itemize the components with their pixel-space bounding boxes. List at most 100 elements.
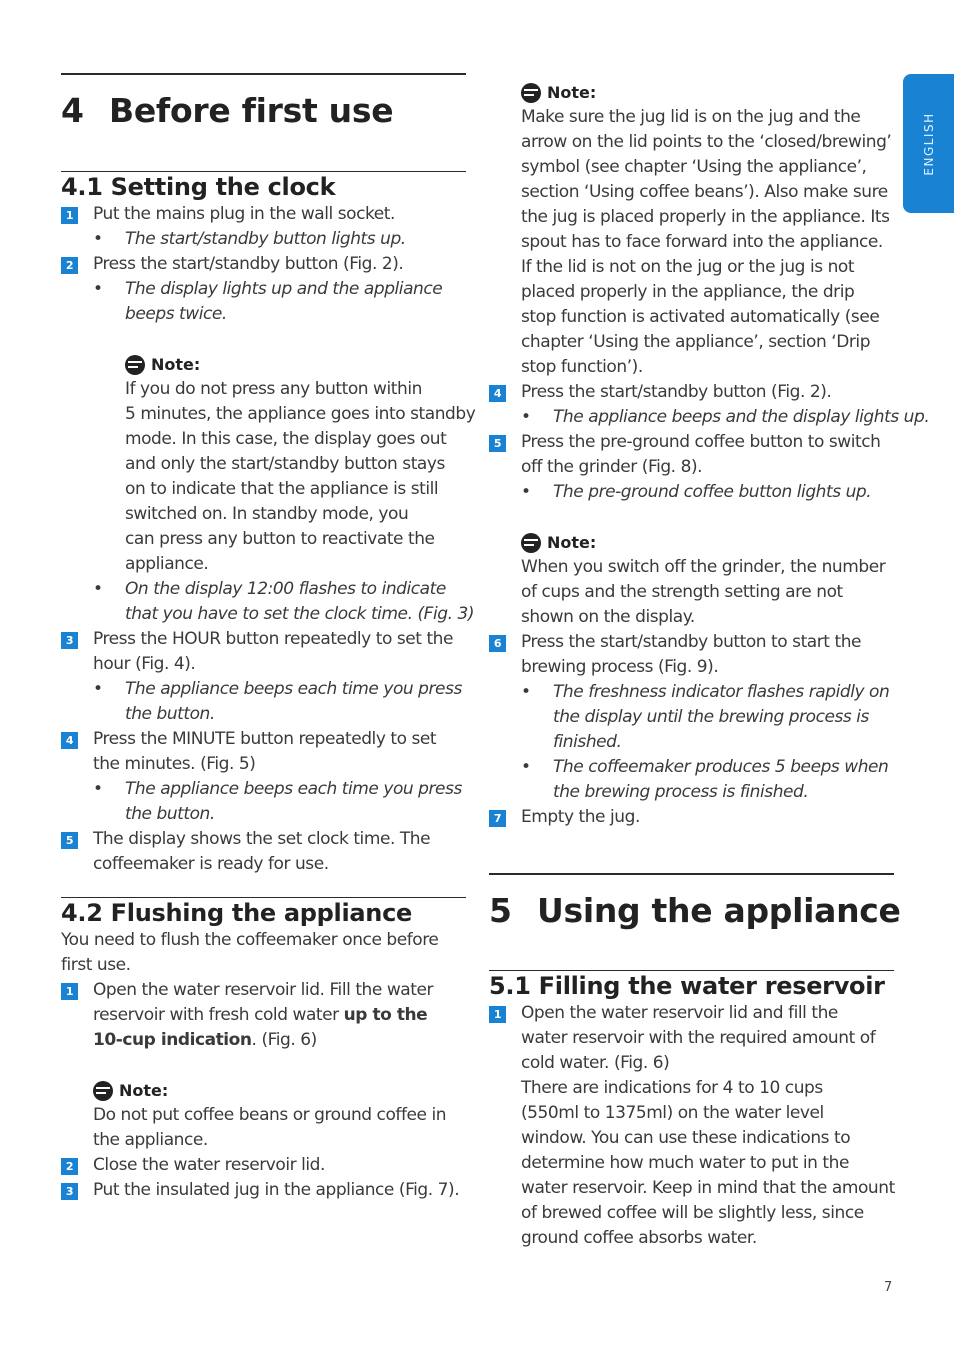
- step-text: brewing process (Fig. 9).: [521, 657, 719, 677]
- note-text: When you switch off the grinder, the num…: [521, 557, 886, 627]
- bullet-text: beeps twice.: [125, 304, 227, 324]
- step-text: Press the MINUTE button repeatedly to se…: [93, 729, 437, 749]
- section-5-1-heading: 5.1 Filling the water reservoir: [489, 972, 885, 1000]
- chapter-number: 5: [489, 891, 512, 930]
- note-block: Note: Make sure the jug lid is on the ju…: [457, 80, 894, 380]
- note-label: Note:: [547, 83, 597, 102]
- bullet-text: The appliance beeps each time you press: [125, 779, 462, 799]
- step-text: Close the water reservoir lid.: [93, 1155, 325, 1175]
- note-label: Note:: [151, 355, 201, 374]
- step-item: 1 Open the water reservoir lid and fill …: [489, 1001, 895, 1251]
- bullet-text: The appliance beeps and the display ligh…: [553, 407, 930, 427]
- note-icon: [521, 532, 541, 553]
- step-number-badge: 4: [489, 385, 506, 402]
- step-item: 1 Put the mains plug in the wall socket.: [61, 202, 466, 227]
- step-text: hour (Fig. 4).: [93, 654, 196, 674]
- step-item: 4 Press the MINUTE button repeatedly to s…: [61, 727, 466, 777]
- step-number-badge: 7: [489, 810, 506, 827]
- step-text: Put the mains plug in the wall socket.: [93, 204, 395, 224]
- step-number-badge: 2: [61, 257, 78, 274]
- note-text: Do not put coffee beans or ground coffee…: [93, 1105, 447, 1150]
- note-block: Note: Do not put coffee beans or ground …: [61, 1078, 466, 1153]
- bullet-icon: •: [521, 482, 531, 502]
- chapter-number: 4: [61, 91, 84, 130]
- bullet-item: • The display lights up and the appliance…: [61, 277, 466, 327]
- note-label: Note:: [547, 533, 597, 552]
- step-text: Press the start/standby button (Fig. 2).: [93, 254, 404, 274]
- bullet-text: The display lights up and the appliance: [125, 279, 443, 299]
- bullet-item: • The coffeemaker produces 5 beeps when th…: [489, 755, 894, 805]
- step-text: Press the HOUR button repeatedly to set …: [93, 629, 453, 649]
- note-icon: [93, 1080, 113, 1101]
- note-text: Make sure the jug lid is on the jug and …: [521, 107, 892, 377]
- step-item: 1 Open the water reservoir lid. Fill the …: [61, 978, 466, 1053]
- bullet-text: the button.: [125, 704, 215, 724]
- bullet-item: • The freshness indicator flashes rapidly…: [489, 680, 894, 755]
- step-number-badge: 3: [61, 632, 78, 649]
- bullet-item: • The start/standby button lights up.: [61, 227, 466, 252]
- step-text: off the grinder (Fig. 8).: [521, 457, 703, 477]
- bullet-text: that you have to set the clock time. (Fi…: [125, 604, 475, 624]
- step-item: 6 Press the start/standby button to start…: [489, 630, 894, 680]
- step-number-badge: 1: [489, 1006, 506, 1023]
- bullet-icon: •: [93, 679, 103, 699]
- bullet-item: • The pre-ground coffee button lights up.: [489, 480, 894, 505]
- step-number-badge: 6: [489, 635, 506, 652]
- bullet-item: • The appliance beeps and the display lig…: [489, 405, 930, 430]
- note-icon: [521, 82, 541, 103]
- step-text: Press the start/standby button (Fig. 2).: [521, 382, 832, 402]
- step-item: 3 Put the insulated jug in the appliance …: [61, 1178, 466, 1203]
- chapter-4-heading: 4 Before first use: [61, 91, 466, 130]
- bullet-text: The freshness indicator flashes rapidly …: [553, 682, 890, 702]
- emphasis-text: up to the: [343, 1005, 428, 1025]
- note-icon: [125, 354, 145, 375]
- step-number-badge: 1: [61, 983, 78, 1000]
- emphasis-text: 10-cup indication: [93, 1030, 252, 1050]
- chapter-title: Before first use: [109, 91, 394, 130]
- chapter-5-heading: 5 Using the appliance: [489, 891, 901, 930]
- bullet-text: The start/standby button lights up.: [125, 229, 406, 249]
- bullet-icon: •: [93, 229, 103, 249]
- bullet-text: the brewing process is finished.: [553, 782, 809, 802]
- step-text: . (Fig. 6): [251, 1030, 318, 1050]
- section-4-2-heading: 4.2 Flushing the appliance: [61, 899, 412, 927]
- step-number-badge: 3: [61, 1183, 78, 1200]
- language-tab: ENGLISH: [903, 74, 954, 213]
- bullet-item: • On the display 12:00 flashes to indicat…: [61, 577, 475, 627]
- note-block: Note: If you do not press any button wit…: [61, 352, 476, 577]
- page-number: 7: [884, 1280, 893, 1295]
- note-text: If you do not press any button within 5 …: [125, 379, 476, 574]
- step-item: 3 Press the HOUR button repeatedly to set…: [61, 627, 466, 677]
- language-label: ENGLISH: [921, 111, 936, 176]
- step-item: 4 Press the start/standby button (Fig. 2)…: [489, 380, 894, 405]
- section-4-1-heading: 4.1 Setting the clock: [61, 173, 336, 201]
- note-block: Note: When you switch off the grinder, t…: [489, 530, 894, 630]
- step-item: 5 The display shows the set clock time. T…: [61, 827, 466, 877]
- step-text: Press the start/standby button to start …: [521, 632, 862, 652]
- bullet-icon: •: [521, 682, 531, 702]
- step-item: 2 Close the water reservoir lid.: [61, 1153, 466, 1178]
- note-label: Note:: [119, 1081, 169, 1100]
- step-number-badge: 5: [489, 435, 506, 452]
- bullet-icon: •: [521, 757, 531, 777]
- bullet-text: The appliance beeps each time you press: [125, 679, 462, 699]
- step-item: 7 Empty the jug.: [489, 805, 894, 830]
- step-text: the minutes. (Fig. 5): [93, 754, 256, 774]
- step-text: Put the insulated jug in the appliance (…: [93, 1180, 460, 1200]
- chapter-title: Using the appliance: [537, 891, 901, 930]
- step-text: Empty the jug.: [521, 807, 640, 827]
- step-number-badge: 2: [61, 1158, 78, 1175]
- step-text: reservoir with fresh cold water: [93, 1005, 344, 1025]
- step-number-badge: 5: [61, 832, 78, 849]
- bullet-icon: •: [93, 579, 103, 599]
- bullet-icon: •: [521, 407, 531, 427]
- left-column: 4 Before first use 4.1 Setting the clock …: [61, 0, 476, 1203]
- bullet-text: The pre-ground coffee button lights up.: [553, 482, 872, 502]
- step-text: Press the pre-ground coffee button to sw…: [521, 432, 881, 452]
- bullet-icon: •: [93, 279, 103, 299]
- bullet-item: • The appliance beeps each time you press…: [61, 677, 466, 727]
- bullet-text: the button.: [125, 804, 215, 824]
- step-text: coffeemaker is ready for use.: [93, 854, 329, 874]
- bullet-text: finished.: [553, 732, 622, 752]
- bullet-icon: •: [93, 779, 103, 799]
